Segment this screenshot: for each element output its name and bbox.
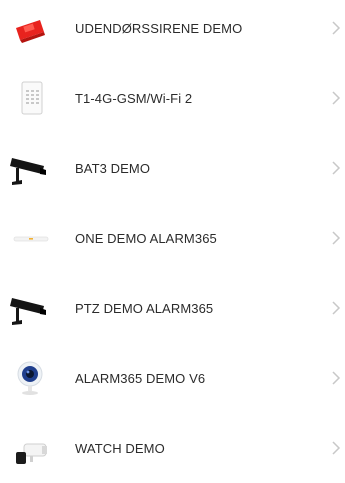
device-name: WATCH DEMO <box>75 440 165 456</box>
chevron-right-icon <box>332 301 341 315</box>
device-list: UDENDØRSSIRENE DEMO T1-4G-GSM/Wi-Fi 2 BA… <box>0 0 345 481</box>
chevron-right-icon <box>332 21 341 35</box>
chevron-right-icon <box>332 91 341 105</box>
device-row-watch-demo[interactable]: WATCH DEMO <box>0 413 345 483</box>
siren-icon <box>10 8 50 48</box>
device-name: BAT3 DEMO <box>75 160 151 176</box>
device-name: UDENDØRSSIRENE DEMO <box>75 20 243 36</box>
outdoor-camera-icon <box>10 428 50 468</box>
device-row-udendorssirene-demo[interactable]: UDENDØRSSIRENE DEMO <box>0 0 345 63</box>
chevron-right-icon <box>332 231 341 245</box>
chevron-right-icon <box>332 371 341 385</box>
chevron-right-icon <box>332 161 341 175</box>
device-name: T1-4G-GSM/Wi-Fi 2 <box>75 90 193 106</box>
indoor-camera-icon <box>10 358 50 398</box>
alarm-hub-icon <box>10 218 50 258</box>
device-row-t1-4g-gsm-wifi-2[interactable]: T1-4G-GSM/Wi-Fi 2 <box>0 63 345 133</box>
keypad-panel-icon <box>10 78 50 118</box>
device-row-alarm365-demo-v6[interactable]: ALARM365 DEMO V6 <box>0 343 345 413</box>
device-name: ONE DEMO ALARM365 <box>75 230 217 246</box>
device-name: PTZ DEMO ALARM365 <box>75 300 214 316</box>
device-row-one-demo-alarm365[interactable]: ONE DEMO ALARM365 <box>0 203 345 273</box>
device-row-bat3-demo[interactable]: BAT3 DEMO <box>0 133 345 203</box>
device-name: ALARM365 DEMO V6 <box>75 370 206 386</box>
bullet-camera-icon <box>10 288 50 328</box>
bullet-camera-icon <box>10 148 50 188</box>
device-row-ptz-demo-alarm365[interactable]: PTZ DEMO ALARM365 <box>0 273 345 343</box>
chevron-right-icon <box>332 441 341 455</box>
